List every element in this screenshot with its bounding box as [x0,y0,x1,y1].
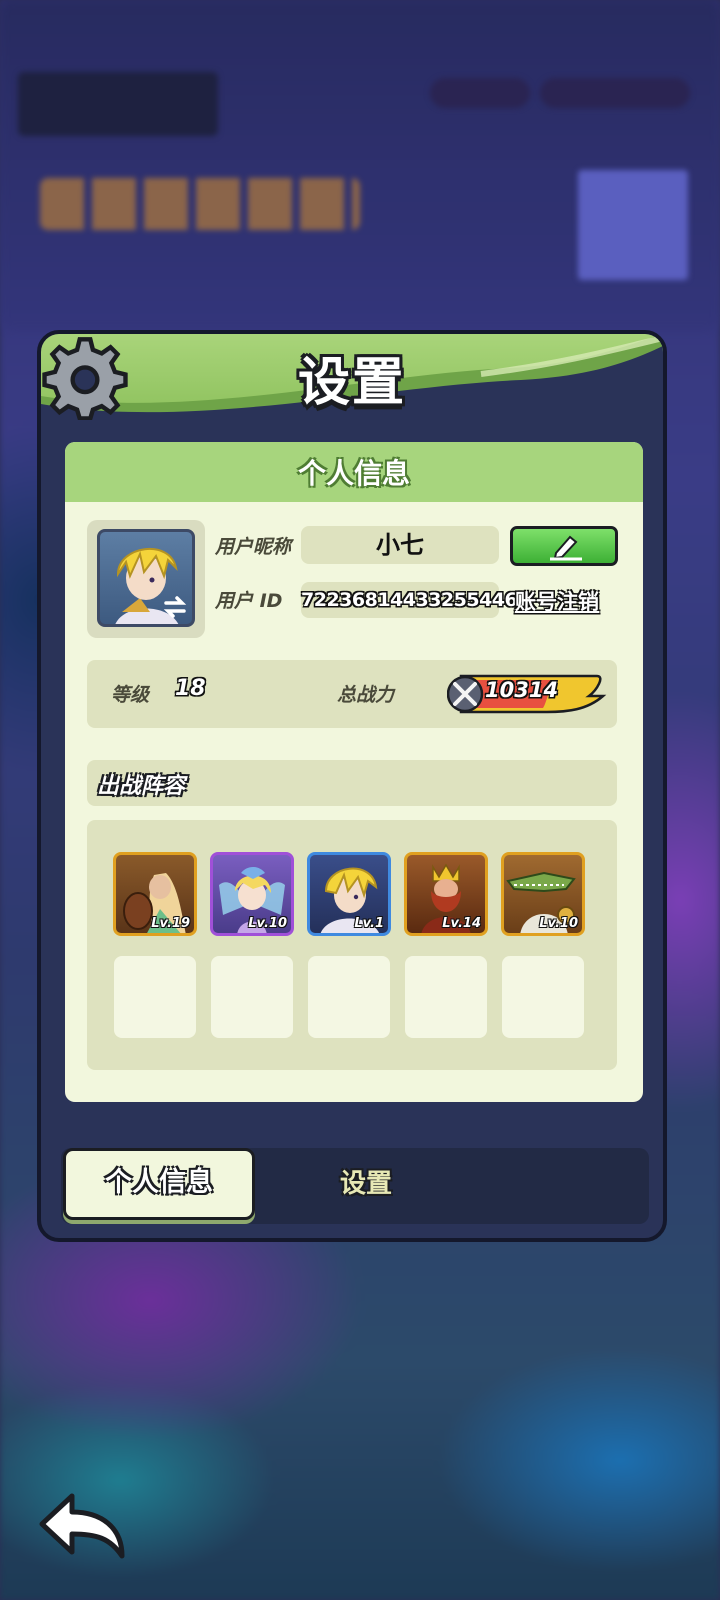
profile-section-title: 个人信息 [297,457,410,490]
user-id-value: 72236814433255446 [301,589,518,611]
level-value: 18 [175,676,206,701]
empty-slot-2[interactable] [211,956,293,1038]
settings-panel: 设置 个人信息 用户昵称 小七 用户 ID 72236814433255446 … [37,330,667,1242]
tab-profile-label: 个人信息 [105,1167,213,1198]
resource-bar-gold [540,78,690,108]
panel-title: 设置 [297,353,406,413]
profile-card-header: 个人信息 [65,442,643,502]
quick-menu-icons [40,178,360,230]
nickname-field: 小七 [301,526,499,564]
hero-1-level: Lv.19 [151,916,190,931]
player-hud [18,72,218,136]
empty-slot-1[interactable] [114,956,196,1038]
swap-avatar-icon[interactable] [162,594,188,620]
empty-slot-5[interactable] [502,956,584,1038]
hero-3-level: Lv.1 [354,916,384,931]
hero-slot-4[interactable]: Lv.14 [404,852,488,936]
hero-slot-1[interactable]: Lv.19 [113,852,197,936]
tab-profile[interactable]: 个人信息 [63,1148,255,1220]
lineup-grid: Lv.19 Lv.10 Lv.1 Lv.14 Lv.10 [87,820,617,1070]
nickname-value: 小七 [376,531,424,559]
level-label: 等级 [111,684,150,706]
hero-slot-3[interactable]: Lv.1 [307,852,391,936]
cancel-account-link[interactable]: 账号注销 [515,586,599,616]
avatar[interactable] [87,520,205,638]
lineup-title: 出战阵容 [97,774,186,799]
pencil-icon [550,535,582,561]
empty-slot-4[interactable] [405,956,487,1038]
avatar-portrait [97,529,195,627]
profile-card: 个人信息 用户昵称 小七 用户 ID 72236814433255446 账号注… [65,442,643,1102]
stats-row: 等级 18 总战力 10314 [87,660,617,728]
minimap [578,170,688,280]
panel-header: 设置 [41,334,663,420]
back-arrow-icon[interactable] [36,1490,128,1562]
lineup-header: 出战阵容 [87,760,617,806]
background-terrain [0,0,720,330]
power-value: 10314 [485,678,559,702]
panel-tabs: 个人信息 设置 [61,1148,649,1224]
user-id-field: 72236814433255446 [301,582,518,618]
hero-5-level: Lv.10 [539,916,578,931]
hero-slot-2[interactable]: Lv.10 [210,852,294,936]
user-id-label: 用户 ID [215,590,283,612]
power-label: 总战力 [337,684,395,706]
hero-slot-5[interactable]: Lv.10 [501,852,585,936]
power-badge: 10314 [447,672,607,716]
hero-2-level: Lv.10 [248,916,287,931]
tab-settings[interactable]: 设置 [291,1148,441,1220]
edit-nickname-button[interactable] [510,526,618,566]
nickname-label: 用户昵称 [215,536,292,558]
hero-4-level: Lv.14 [442,916,481,931]
empty-slot-3[interactable] [308,956,390,1038]
resource-bar-gems [430,78,530,108]
